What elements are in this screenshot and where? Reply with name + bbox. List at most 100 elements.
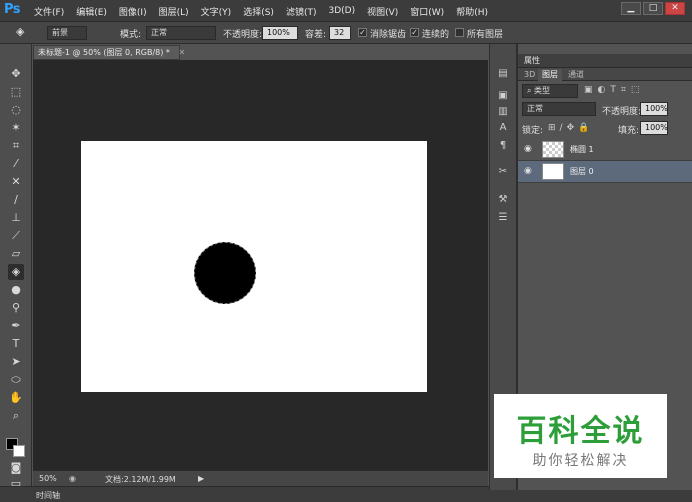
character-panel-icon[interactable]: A xyxy=(495,120,511,136)
tolerance-input[interactable]: 32 xyxy=(329,26,351,40)
tools-panel: ✥ ⬚ ◌ ✶ ⌗ ⁄ ✕ ∕ ⊥ ⟋ ▱ ◈ ● ⚲ ✒ T ➤ ⬭ ✋ ⌕ … xyxy=(0,44,32,490)
maximize-button[interactable]: □ xyxy=(643,2,663,15)
layer-row[interactable]: ◉ 椭圆 1 xyxy=(518,139,692,161)
timeline-label[interactable]: 时间轴 xyxy=(36,490,60,501)
layer-row[interactable]: ◉ 图层 0 xyxy=(518,161,692,183)
healing-brush-tool-icon[interactable]: ✕ xyxy=(8,174,24,190)
lock-icons[interactable]: ⊞∕✥🔒 xyxy=(548,123,593,133)
tab-channels[interactable]: 通道 xyxy=(564,69,588,81)
menu-select[interactable]: 选择(S) xyxy=(243,5,274,18)
document-info: 文档:2.12M/1.99M xyxy=(105,475,176,484)
visibility-eye-icon[interactable]: ◉ xyxy=(524,166,534,176)
tab-layers[interactable]: 图层 xyxy=(538,69,562,81)
layer-opacity-input[interactable]: 100% xyxy=(640,102,668,116)
marquee-tool-icon[interactable]: ⬚ xyxy=(8,84,24,100)
zoom-level[interactable]: 50% xyxy=(39,474,57,483)
paint-bucket-icon[interactable]: ◈ xyxy=(16,25,24,38)
history-panel-icon[interactable]: ▤ xyxy=(495,66,511,82)
layer-name[interactable]: 图层 0 xyxy=(570,166,594,177)
antialias-label: 消除锯齿 xyxy=(370,30,407,40)
magic-wand-tool-icon[interactable]: ✶ xyxy=(8,120,24,136)
photoshop-logo: Ps xyxy=(4,2,21,17)
menu-window[interactable]: 窗口(W) xyxy=(410,5,444,18)
quick-mask-icon[interactable]: ◙ xyxy=(8,460,24,476)
blend-mode-select[interactable]: 正常 xyxy=(522,102,596,116)
contiguous-checkbox[interactable]: ✓ xyxy=(410,28,419,37)
tolerance-label: 容差: xyxy=(305,30,327,40)
path-selection-tool-icon[interactable]: ➤ xyxy=(8,354,24,370)
mode-select[interactable]: 正常 xyxy=(146,26,216,40)
ellipse-shape[interactable] xyxy=(194,242,256,304)
menu-items: 文件(F) 编辑(E) 图像(I) 图层(L) 文字(Y) 选择(S) 滤镜(T… xyxy=(34,0,500,22)
all-layers-label: 所有图层 xyxy=(467,30,504,40)
eyedropper-tool-icon[interactable]: ⁄ xyxy=(8,156,24,172)
filter-icons[interactable]: ▣◐T⌗⬚ xyxy=(584,85,644,95)
menu-file[interactable]: 文件(F) xyxy=(34,5,64,18)
mode-label: 模式: xyxy=(120,30,142,40)
menu-view[interactable]: 视图(V) xyxy=(367,5,398,18)
type-tool-icon[interactable]: T xyxy=(8,336,24,352)
layer-thumbnail xyxy=(542,163,564,180)
brush-panel-icon[interactable]: ⚒ xyxy=(495,192,511,208)
menu-type[interactable]: 文字(Y) xyxy=(201,5,232,18)
menu-image[interactable]: 图像(I) xyxy=(119,5,147,18)
move-tool-icon[interactable]: ✥ xyxy=(8,66,24,82)
layer-filter-label: 类型 xyxy=(534,86,551,95)
background-color-swatch[interactable] xyxy=(13,445,25,457)
zoom-tool-icon[interactable]: ⌕ xyxy=(8,408,24,424)
watermark: 百科全说 助你轻松解决 xyxy=(494,394,667,478)
brush-tool-icon[interactable]: ∕ xyxy=(8,192,24,208)
status-arrow-icon[interactable]: ▶ xyxy=(198,474,204,483)
layer-filter-select[interactable]: ⌕ 类型 xyxy=(522,84,578,98)
document-tab[interactable]: 未标题-1 @ 50% (图层 0, RGB/8) * ✕ xyxy=(33,45,185,60)
antialias-checkbox[interactable]: ✓ xyxy=(358,28,367,37)
paint-bucket-tool-icon[interactable]: ◈ xyxy=(8,264,24,280)
status-bar: 50% ◉ 文档:2.12M/1.99M ▶ xyxy=(33,470,488,486)
status-menu-icon[interactable]: ◉ xyxy=(69,474,76,483)
hand-tool-icon[interactable]: ✋ xyxy=(8,390,24,406)
properties-panel-icon[interactable]: ☰ xyxy=(495,210,511,226)
document-tab-title: 未标题-1 @ 50% (图层 0, RGB/8) * xyxy=(38,48,170,57)
fill-label: 填充: xyxy=(618,126,640,136)
blur-tool-icon[interactable]: ● xyxy=(8,282,24,298)
menu-filter[interactable]: 滤镜(T) xyxy=(286,5,317,18)
eraser-tool-icon[interactable]: ▱ xyxy=(8,246,24,262)
tools-preset-icon[interactable]: ✂ xyxy=(495,164,511,180)
layer-opacity-label: 不透明度: xyxy=(602,107,642,117)
watermark-subtitle: 助你轻松解决 xyxy=(532,453,629,469)
pen-tool-icon[interactable]: ✒ xyxy=(8,318,24,334)
opacity-label: 不透明度: xyxy=(223,30,263,40)
menu-help[interactable]: 帮助(H) xyxy=(456,5,488,18)
adjustments-panel-icon[interactable]: ▥ xyxy=(495,104,511,120)
minimize-button[interactable]: ▁ xyxy=(621,2,641,15)
contiguous-label: 连续的 xyxy=(422,30,450,40)
tab-3d[interactable]: 3D xyxy=(520,69,539,81)
layers-tabs: 3D 图层 通道 xyxy=(518,68,692,81)
menu-bar: Ps 文件(F) 编辑(E) 图像(I) 图层(L) 文字(Y) 选择(S) 滤… xyxy=(0,0,692,22)
menu-edit[interactable]: 编辑(E) xyxy=(76,5,107,18)
dodge-tool-icon[interactable]: ⚲ xyxy=(8,300,24,316)
lock-label: 锁定: xyxy=(522,126,544,136)
properties-label[interactable]: 属性 xyxy=(524,55,540,66)
history-brush-tool-icon[interactable]: ⟋ xyxy=(8,228,24,244)
options-bar: ◈ 前景 模式: 正常 不透明度: 100% 容差: 32 ✓ 消除锯齿 ✓ 连… xyxy=(0,22,692,44)
fill-source-select[interactable]: 前景 xyxy=(47,26,87,40)
visibility-eye-icon[interactable]: ◉ xyxy=(524,144,534,154)
menu-3d[interactable]: 3D(D) xyxy=(328,6,355,16)
fill-input[interactable]: 100% xyxy=(640,121,668,135)
properties-header: 属性 xyxy=(518,54,692,68)
layer-name[interactable]: 椭圆 1 xyxy=(570,144,594,155)
close-button[interactable]: ✕ xyxy=(665,2,685,15)
actions-panel-icon[interactable]: ▣ xyxy=(495,88,511,104)
clone-stamp-tool-icon[interactable]: ⊥ xyxy=(8,210,24,226)
all-layers-checkbox[interactable] xyxy=(455,28,464,37)
lasso-tool-icon[interactable]: ◌ xyxy=(8,102,24,118)
watermark-title: 百科全说 xyxy=(516,414,645,449)
menu-layer[interactable]: 图层(L) xyxy=(159,5,189,18)
tab-close-icon[interactable]: ✕ xyxy=(178,48,185,57)
crop-tool-icon[interactable]: ⌗ xyxy=(8,138,24,154)
ellipse-tool-icon[interactable]: ⬭ xyxy=(8,372,24,388)
opacity-input[interactable]: 100% xyxy=(262,26,298,40)
paragraph-panel-icon[interactable]: ¶ xyxy=(495,138,511,154)
layer-thumbnail xyxy=(542,141,564,158)
